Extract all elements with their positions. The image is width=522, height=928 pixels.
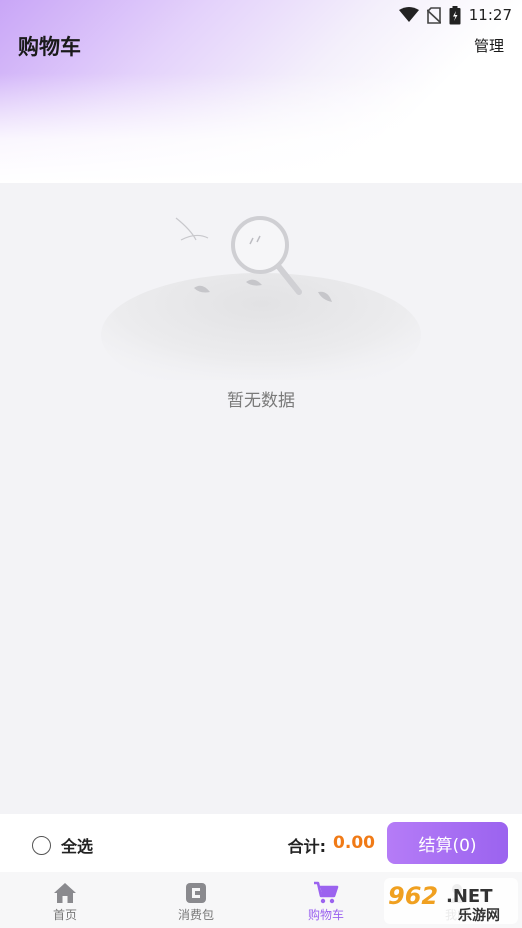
tab-home[interactable]: 首页 (25, 872, 105, 928)
wifi-icon (398, 7, 419, 23)
svg-text:.NET: .NET (446, 886, 493, 907)
battery-icon (449, 5, 461, 25)
tab-cart[interactable]: 购物车 (286, 872, 366, 928)
total-value: 0.00 (333, 833, 375, 853)
status-bar: 11:27 (398, 5, 512, 25)
checkout-button[interactable]: 结算(0) (387, 822, 508, 864)
page-title: 购物车 (18, 35, 81, 59)
status-time: 11:27 (468, 6, 512, 24)
header: 11:27 购物车 管理 (0, 0, 522, 183)
total-label: 合计: (287, 837, 326, 856)
tab-wallet[interactable]: 消费包 (156, 872, 236, 928)
empty-state-illustration (96, 210, 426, 397)
select-all-label: 全选 (61, 837, 94, 856)
checkout-bar: 全选 合计: 0.00 结算(0) (0, 814, 522, 872)
cart-icon (313, 880, 339, 906)
manage-button[interactable]: 管理 (474, 35, 504, 56)
watermark-logo: 962 .NET 乐游网 (384, 878, 518, 924)
empty-state-message: 暂无数据 (227, 391, 295, 411)
svg-text:962: 962 (388, 882, 438, 910)
no-sim-icon (426, 6, 441, 24)
home-icon (53, 880, 77, 906)
tab-home-label: 首页 (52, 908, 77, 922)
tab-cart-label: 购物车 (307, 908, 344, 922)
select-all-toggle[interactable]: 全选 (32, 833, 93, 857)
select-all-radio[interactable] (32, 835, 51, 855)
wallet-icon (185, 880, 207, 906)
tab-wallet-label: 消费包 (177, 908, 214, 922)
svg-text:乐游网: 乐游网 (458, 907, 500, 924)
